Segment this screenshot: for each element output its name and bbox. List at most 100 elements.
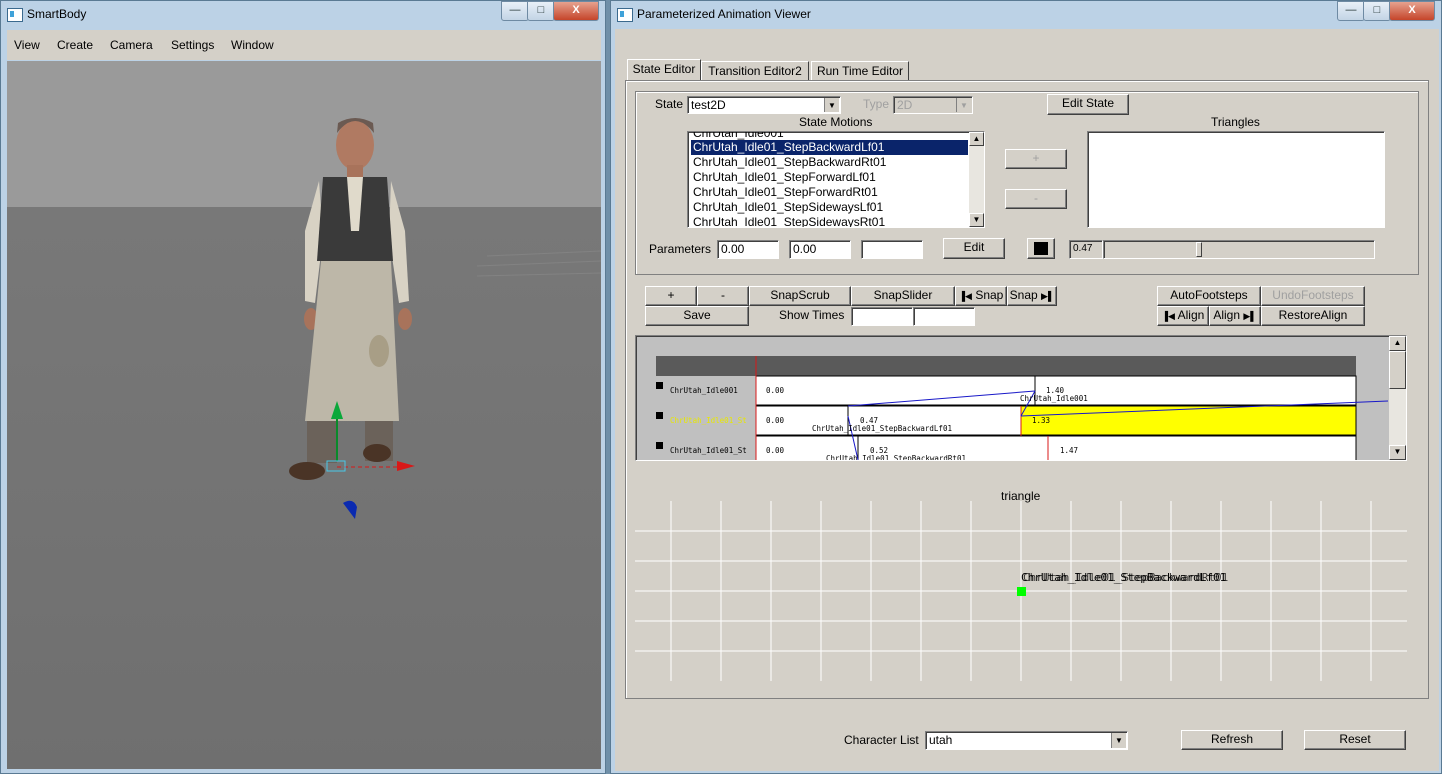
timeline-panel[interactable]: ChrUtah_Idle001 ChrUtah_Idle01_St ChrUta… [635, 335, 1407, 461]
scroll-up-icon[interactable]: ▲ [969, 132, 984, 146]
timeline-key-name: ChrUtah_Idle01_StepBackwardRt01 [826, 454, 966, 461]
snap-slider-button[interactable]: SnapSlider [851, 286, 955, 306]
align-right-label: Align [1213, 308, 1241, 322]
align-left-label: Align [1177, 308, 1205, 322]
tab-run-time-editor[interactable]: Run Time Editor [811, 61, 909, 81]
maximize-button[interactable]: □ [527, 1, 555, 21]
list-item-selected[interactable]: ChrUtah_Idle01_StepBackwardLf01 [691, 140, 968, 155]
restore-align-button[interactable]: RestoreAlign [1261, 306, 1365, 326]
list-item[interactable]: ChrUtah_Idle01_StepForwardRt01 [691, 185, 984, 200]
skip-back-icon: ▐◀ [958, 291, 972, 301]
parameter-slider[interactable] [1103, 240, 1375, 259]
state-label: State [655, 97, 684, 111]
timeline-row-name: ChrUtah_Idle001 [670, 386, 738, 395]
tab-state-editor[interactable]: State Editor [627, 59, 701, 81]
type-label: Type [863, 97, 890, 111]
timeline-remove-button[interactable]: - [697, 286, 749, 306]
smartbody-titlebar[interactable]: SmartBody — □ X [1, 1, 605, 29]
timeline-key-time: 1.33 [1032, 416, 1051, 425]
scroll-down-icon[interactable]: ▼ [969, 213, 984, 227]
character-list-combo[interactable]: utah ▼ [925, 731, 1128, 750]
motions-scrollbar[interactable]: ▲ ▼ [969, 132, 984, 227]
timeline-scrollbar[interactable]: ▲ ▼ [1389, 336, 1406, 460]
menu-settings[interactable]: Settings [171, 38, 214, 52]
save-button[interactable]: Save [645, 306, 749, 326]
parameters-label: Parameters [649, 242, 712, 256]
timeline-tracks [656, 356, 1388, 460]
smartbody-title: SmartBody [27, 7, 87, 21]
scroll-thumb[interactable] [1389, 351, 1406, 389]
slider-value-field: 0.47 [1069, 240, 1103, 259]
snap-scrub-button[interactable]: SnapScrub [749, 286, 851, 306]
scroll-down-icon[interactable]: ▼ [1389, 445, 1406, 460]
timeline-start-time: 0.00 [766, 386, 785, 395]
menu-bar: View Create Camera Settings Window [7, 30, 601, 60]
add-motion-button[interactable]: + [1005, 149, 1067, 169]
edit-state-button[interactable]: Edit State [1047, 94, 1129, 115]
auto-footsteps-button[interactable]: AutoFootsteps [1157, 286, 1261, 306]
parameter-3-field[interactable] [861, 240, 923, 259]
undo-footsteps-button[interactable]: UndoFootsteps [1261, 286, 1365, 306]
skip-back-icon: ▐◀ [1161, 311, 1175, 321]
minimize-button[interactable]: — [501, 1, 529, 21]
state-combo[interactable]: test2D ▼ [687, 96, 841, 114]
chevron-down-icon[interactable]: ▼ [824, 98, 839, 112]
list-item[interactable]: ChrUtah_Idle01_StepBackwardRt01 [691, 155, 984, 170]
edit-parameters-button[interactable]: Edit [943, 238, 1005, 259]
maximize-button[interactable]: □ [1363, 1, 1391, 21]
state-motions-title: State Motions [799, 115, 873, 129]
triangle-view[interactable]: ChrUtah_Idle01_StepBackwardLf01 ChrUtah_… [635, 501, 1407, 681]
snap-right-button[interactable]: Snap ▶▌ [1007, 286, 1057, 306]
menu-view[interactable]: View [14, 38, 40, 52]
triangle-point-label: ChrUtah_Idle01_StepBackwardRt01 [1023, 571, 1229, 584]
align-left-button[interactable]: ▐◀ Align [1157, 306, 1209, 326]
slider-thumb[interactable] [1196, 242, 1202, 257]
parameter-1-field[interactable]: 0.00 [717, 240, 779, 259]
menu-camera[interactable]: Camera [110, 38, 153, 52]
smartbody-window: SmartBody — □ X View Create Camera Setti… [0, 0, 606, 774]
character-list-label: Character List [844, 733, 919, 747]
timeline-start-time: 0.00 [766, 416, 785, 425]
chevron-down-icon[interactable]: ▼ [1111, 733, 1126, 748]
list-item[interactable]: ChrUtah_Idle01_StepForwardLf01 [691, 170, 984, 185]
tab-transition-editor2[interactable]: Transition Editor2 [701, 61, 809, 81]
snap-right-label: Snap [1009, 288, 1038, 302]
menu-window[interactable]: Window [231, 38, 274, 52]
character-list-value: utah [929, 733, 953, 747]
type-combo: 2D ▼ [893, 96, 973, 114]
3d-viewport[interactable] [7, 61, 601, 769]
timeline-row-name: ChrUtah_Idle01_St [670, 446, 747, 455]
color-swatch [1034, 242, 1048, 255]
triangle-point-marker[interactable] [1017, 587, 1026, 596]
app-icon [7, 8, 23, 22]
skip-forward-icon: ▶▌ [1041, 291, 1055, 301]
refresh-button[interactable]: Refresh [1181, 730, 1283, 750]
align-right-button[interactable]: Align ▶▌ [1209, 306, 1261, 326]
parameter-2-field[interactable]: 0.00 [789, 240, 851, 259]
param-viewer-title: Parameterized Animation Viewer [637, 7, 811, 21]
show-times-field-2[interactable] [913, 307, 975, 326]
close-button[interactable]: X [1389, 1, 1435, 21]
viewer-client-area: State Editor Transition Editor2 Run Time… [615, 29, 1439, 771]
color-swatch-button[interactable] [1027, 238, 1055, 259]
timeline-key-time: 1.47 [1060, 446, 1079, 455]
param-viewer-titlebar[interactable]: Parameterized Animation Viewer — □ X [611, 1, 1441, 29]
close-button[interactable]: X [553, 1, 599, 21]
timeline-add-button[interactable]: + [645, 286, 697, 306]
timeline-start-time: 0.00 [766, 446, 785, 455]
show-times-field-1[interactable] [851, 307, 913, 326]
list-item[interactable]: ChrUtah_Idle01_StepSidewaysLf01 [691, 200, 984, 215]
remove-motion-button[interactable]: - [1005, 189, 1067, 209]
snap-left-button[interactable]: ▐◀ Snap [955, 286, 1007, 306]
state-motions-list[interactable]: ChrUtah_Idle001 ChrUtah_Idle01_StepBackw… [687, 131, 985, 228]
character-figure [289, 118, 601, 519]
app-icon [617, 8, 633, 22]
timeline-key-name: ChrUtah_Idle01_StepBackwardLf01 [812, 424, 952, 433]
scroll-up-icon[interactable]: ▲ [1389, 336, 1406, 351]
reset-button[interactable]: Reset [1304, 730, 1406, 750]
minimize-button[interactable]: — [1337, 1, 1365, 21]
triangles-list[interactable] [1087, 131, 1385, 228]
snap-left-label: Snap [975, 288, 1004, 302]
list-item[interactable]: ChrUtah_Idle01_StepSidewaysRt01 [691, 215, 984, 227]
menu-create[interactable]: Create [57, 38, 93, 52]
